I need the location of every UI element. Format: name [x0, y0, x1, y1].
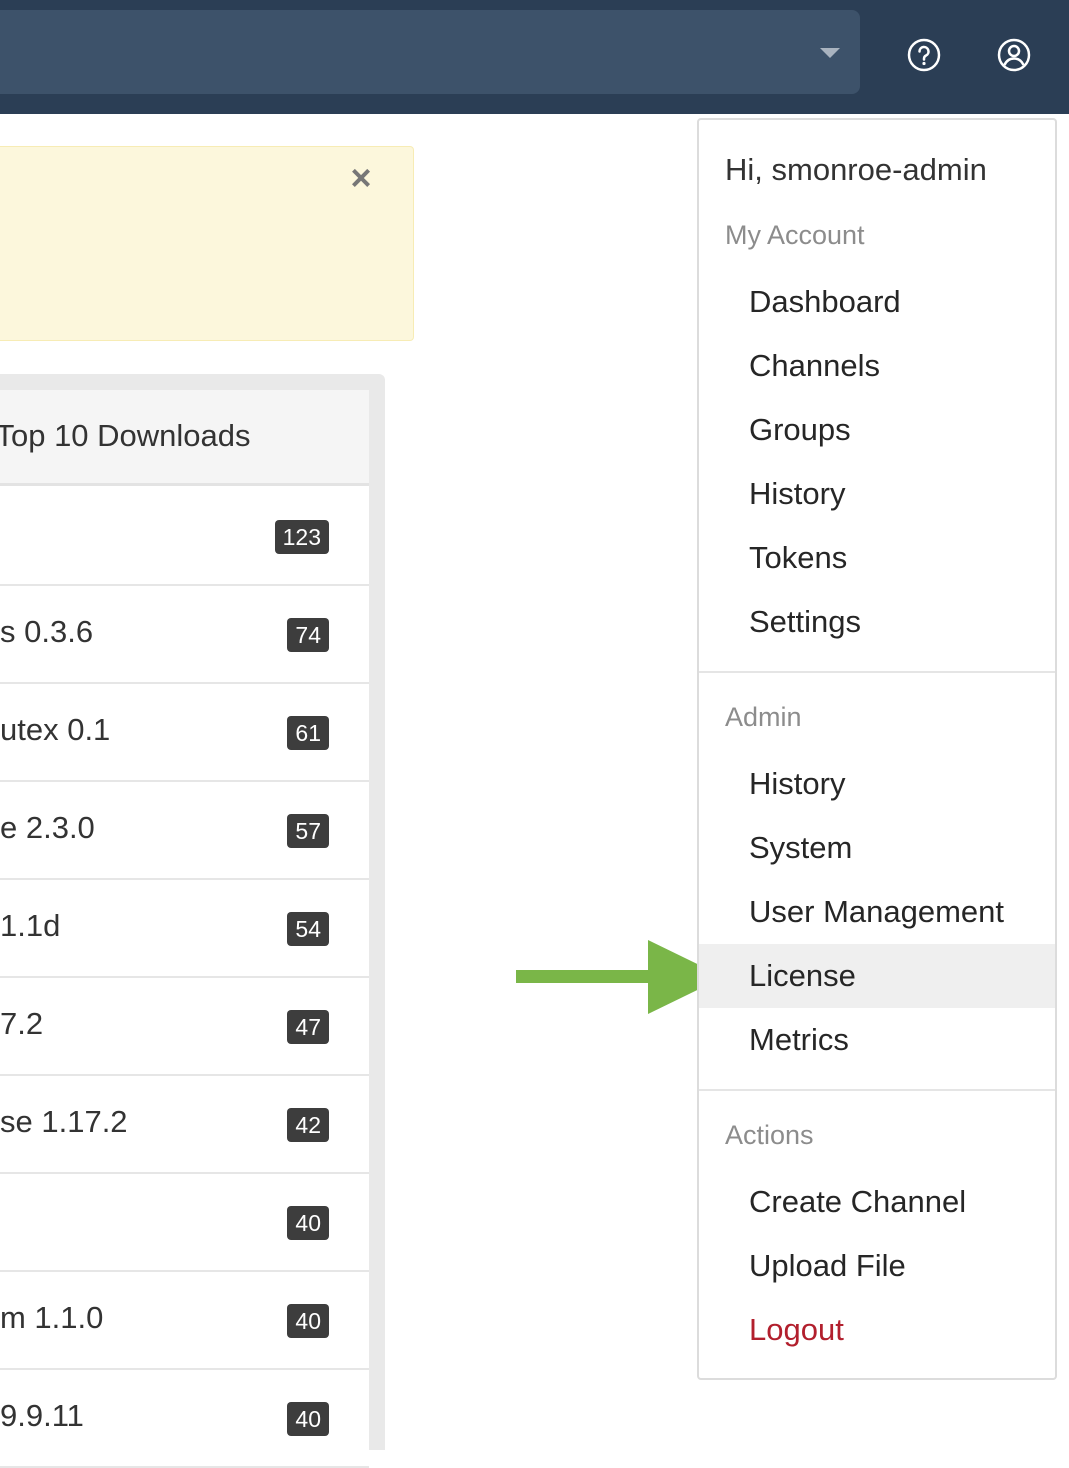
- user-circle-icon[interactable]: [997, 38, 1031, 72]
- menu-item-label: Metrics: [749, 1022, 849, 1057]
- menu-item-label: Groups: [749, 412, 851, 447]
- menu-item-groups[interactable]: Groups: [699, 398, 1055, 462]
- table-row[interactable]: m 1.1.0 40: [0, 1272, 369, 1370]
- download-count-badge: 40: [287, 1206, 329, 1240]
- menu-item-metrics[interactable]: Metrics: [699, 1008, 1055, 1072]
- menu-item-label: License: [749, 958, 856, 993]
- package-name[interactable]: s 0.3.6: [0, 614, 93, 650]
- table-row[interactable]: 7.2 47: [0, 978, 369, 1076]
- menu-section-header: My Account: [725, 220, 865, 250]
- menu-item-label: System: [749, 830, 853, 865]
- greeting: Hi, smonroe-admin: [725, 152, 987, 187]
- menu-item-channels[interactable]: Channels: [699, 334, 1055, 398]
- menu-section-header: Admin: [725, 702, 802, 732]
- row-name-clip: [0, 1174, 260, 1272]
- package-name[interactable]: 1.1d: [0, 908, 60, 944]
- row-name-clip: utex 0.1: [0, 684, 260, 782]
- question-circle-icon[interactable]: [907, 38, 941, 72]
- table-row[interactable]: 123: [0, 488, 369, 586]
- table-row[interactable]: e 2.3.0 57: [0, 782, 369, 880]
- menu-item-label: History: [749, 766, 846, 801]
- download-count-badge: 40: [287, 1402, 329, 1436]
- menu-item-history[interactable]: History: [699, 462, 1055, 526]
- caret-down-icon: [820, 48, 840, 58]
- package-name[interactable]: e 2.3.0: [0, 810, 95, 846]
- row-name-clip: 7.2: [0, 978, 260, 1076]
- close-icon[interactable]: ×: [345, 160, 377, 196]
- row-name-clip: e 2.3.0: [0, 782, 260, 880]
- menu-item-history[interactable]: History: [699, 752, 1055, 816]
- menu-item-tokens[interactable]: Tokens: [699, 526, 1055, 590]
- download-count-badge: 74: [287, 618, 329, 652]
- channel-select[interactable]: [0, 10, 860, 94]
- menu-item-label: User Management: [749, 894, 1005, 929]
- menu-item-settings[interactable]: Settings: [699, 590, 1055, 654]
- row-name-clip: 1.1d: [0, 880, 260, 978]
- menu-item-upload-file[interactable]: Upload File: [699, 1234, 1055, 1298]
- menu-item-logout[interactable]: Logout: [699, 1298, 1055, 1362]
- download-count-badge: 42: [287, 1108, 329, 1142]
- download-count-badge: 57: [287, 814, 329, 848]
- download-count-badge: 61: [287, 716, 329, 750]
- download-count-badge: 123: [274, 520, 329, 554]
- panel-header: 's Top 10 Downloads: [0, 390, 369, 486]
- row-name-clip: m 1.1.0: [0, 1272, 260, 1370]
- menu-item-label: Settings: [749, 604, 862, 639]
- download-count-badge: 54: [287, 912, 329, 946]
- package-name[interactable]: se 1.17.2: [0, 1104, 128, 1140]
- table-row[interactable]: s 0.3.6 74: [0, 586, 369, 684]
- row-name-clip: [0, 488, 260, 586]
- download-count-badge: 47: [287, 1010, 329, 1044]
- menu-divider: [699, 1089, 1055, 1091]
- menu-item-dashboard[interactable]: Dashboard: [699, 270, 1055, 334]
- package-name[interactable]: m 1.1.0: [0, 1300, 103, 1336]
- menu-item-label: Upload File: [749, 1248, 906, 1283]
- menu-item-license[interactable]: License: [699, 944, 1055, 1008]
- menu-section-header: Actions: [725, 1120, 814, 1150]
- row-name-clip: s 0.3.6: [0, 586, 260, 684]
- download-count-badge: 40: [287, 1304, 329, 1338]
- menu-item-label: Tokens: [749, 540, 848, 575]
- menu-item-user-management[interactable]: User Management: [699, 880, 1055, 944]
- menu-divider: [699, 671, 1055, 673]
- menu-item-label: Create Channel: [749, 1184, 967, 1219]
- package-name[interactable]: 9.9.11: [0, 1398, 84, 1434]
- menu-item-label: Dashboard: [749, 284, 901, 319]
- menu-item-label: Channels: [749, 348, 880, 383]
- menu-item-label: History: [749, 476, 846, 511]
- table-row[interactable]: se 1.17.2 42: [0, 1076, 369, 1174]
- panel-title: 's Top 10 Downloads: [0, 418, 251, 453]
- user-dropdown-menu: Hi, smonroe-admin My Account Dashboard Cha…: [697, 118, 1057, 1380]
- table-row[interactable]: utex 0.1 61: [0, 684, 369, 782]
- top-navbar: [0, 0, 1069, 114]
- row-name-clip: se 1.17.2: [0, 1076, 260, 1174]
- table-row[interactable]: 9.9.11 40: [0, 1370, 369, 1468]
- downloads-panel: 's Top 10 Downloads 123 s 0.3.6 74 utex 0.1…: [0, 390, 369, 1468]
- package-name[interactable]: utex 0.1: [0, 712, 110, 748]
- table-row[interactable]: 1.1d 54: [0, 880, 369, 978]
- menu-item-system[interactable]: System: [699, 816, 1055, 880]
- pointer-arrow-icon: [516, 940, 724, 1014]
- package-name[interactable]: 7.2: [0, 1006, 43, 1042]
- menu-item-create-channel[interactable]: Create Channel: [699, 1170, 1055, 1234]
- row-name-clip: 9.9.11: [0, 1370, 260, 1468]
- table-row[interactable]: 40: [0, 1174, 369, 1272]
- menu-item-label: Logout: [749, 1312, 844, 1347]
